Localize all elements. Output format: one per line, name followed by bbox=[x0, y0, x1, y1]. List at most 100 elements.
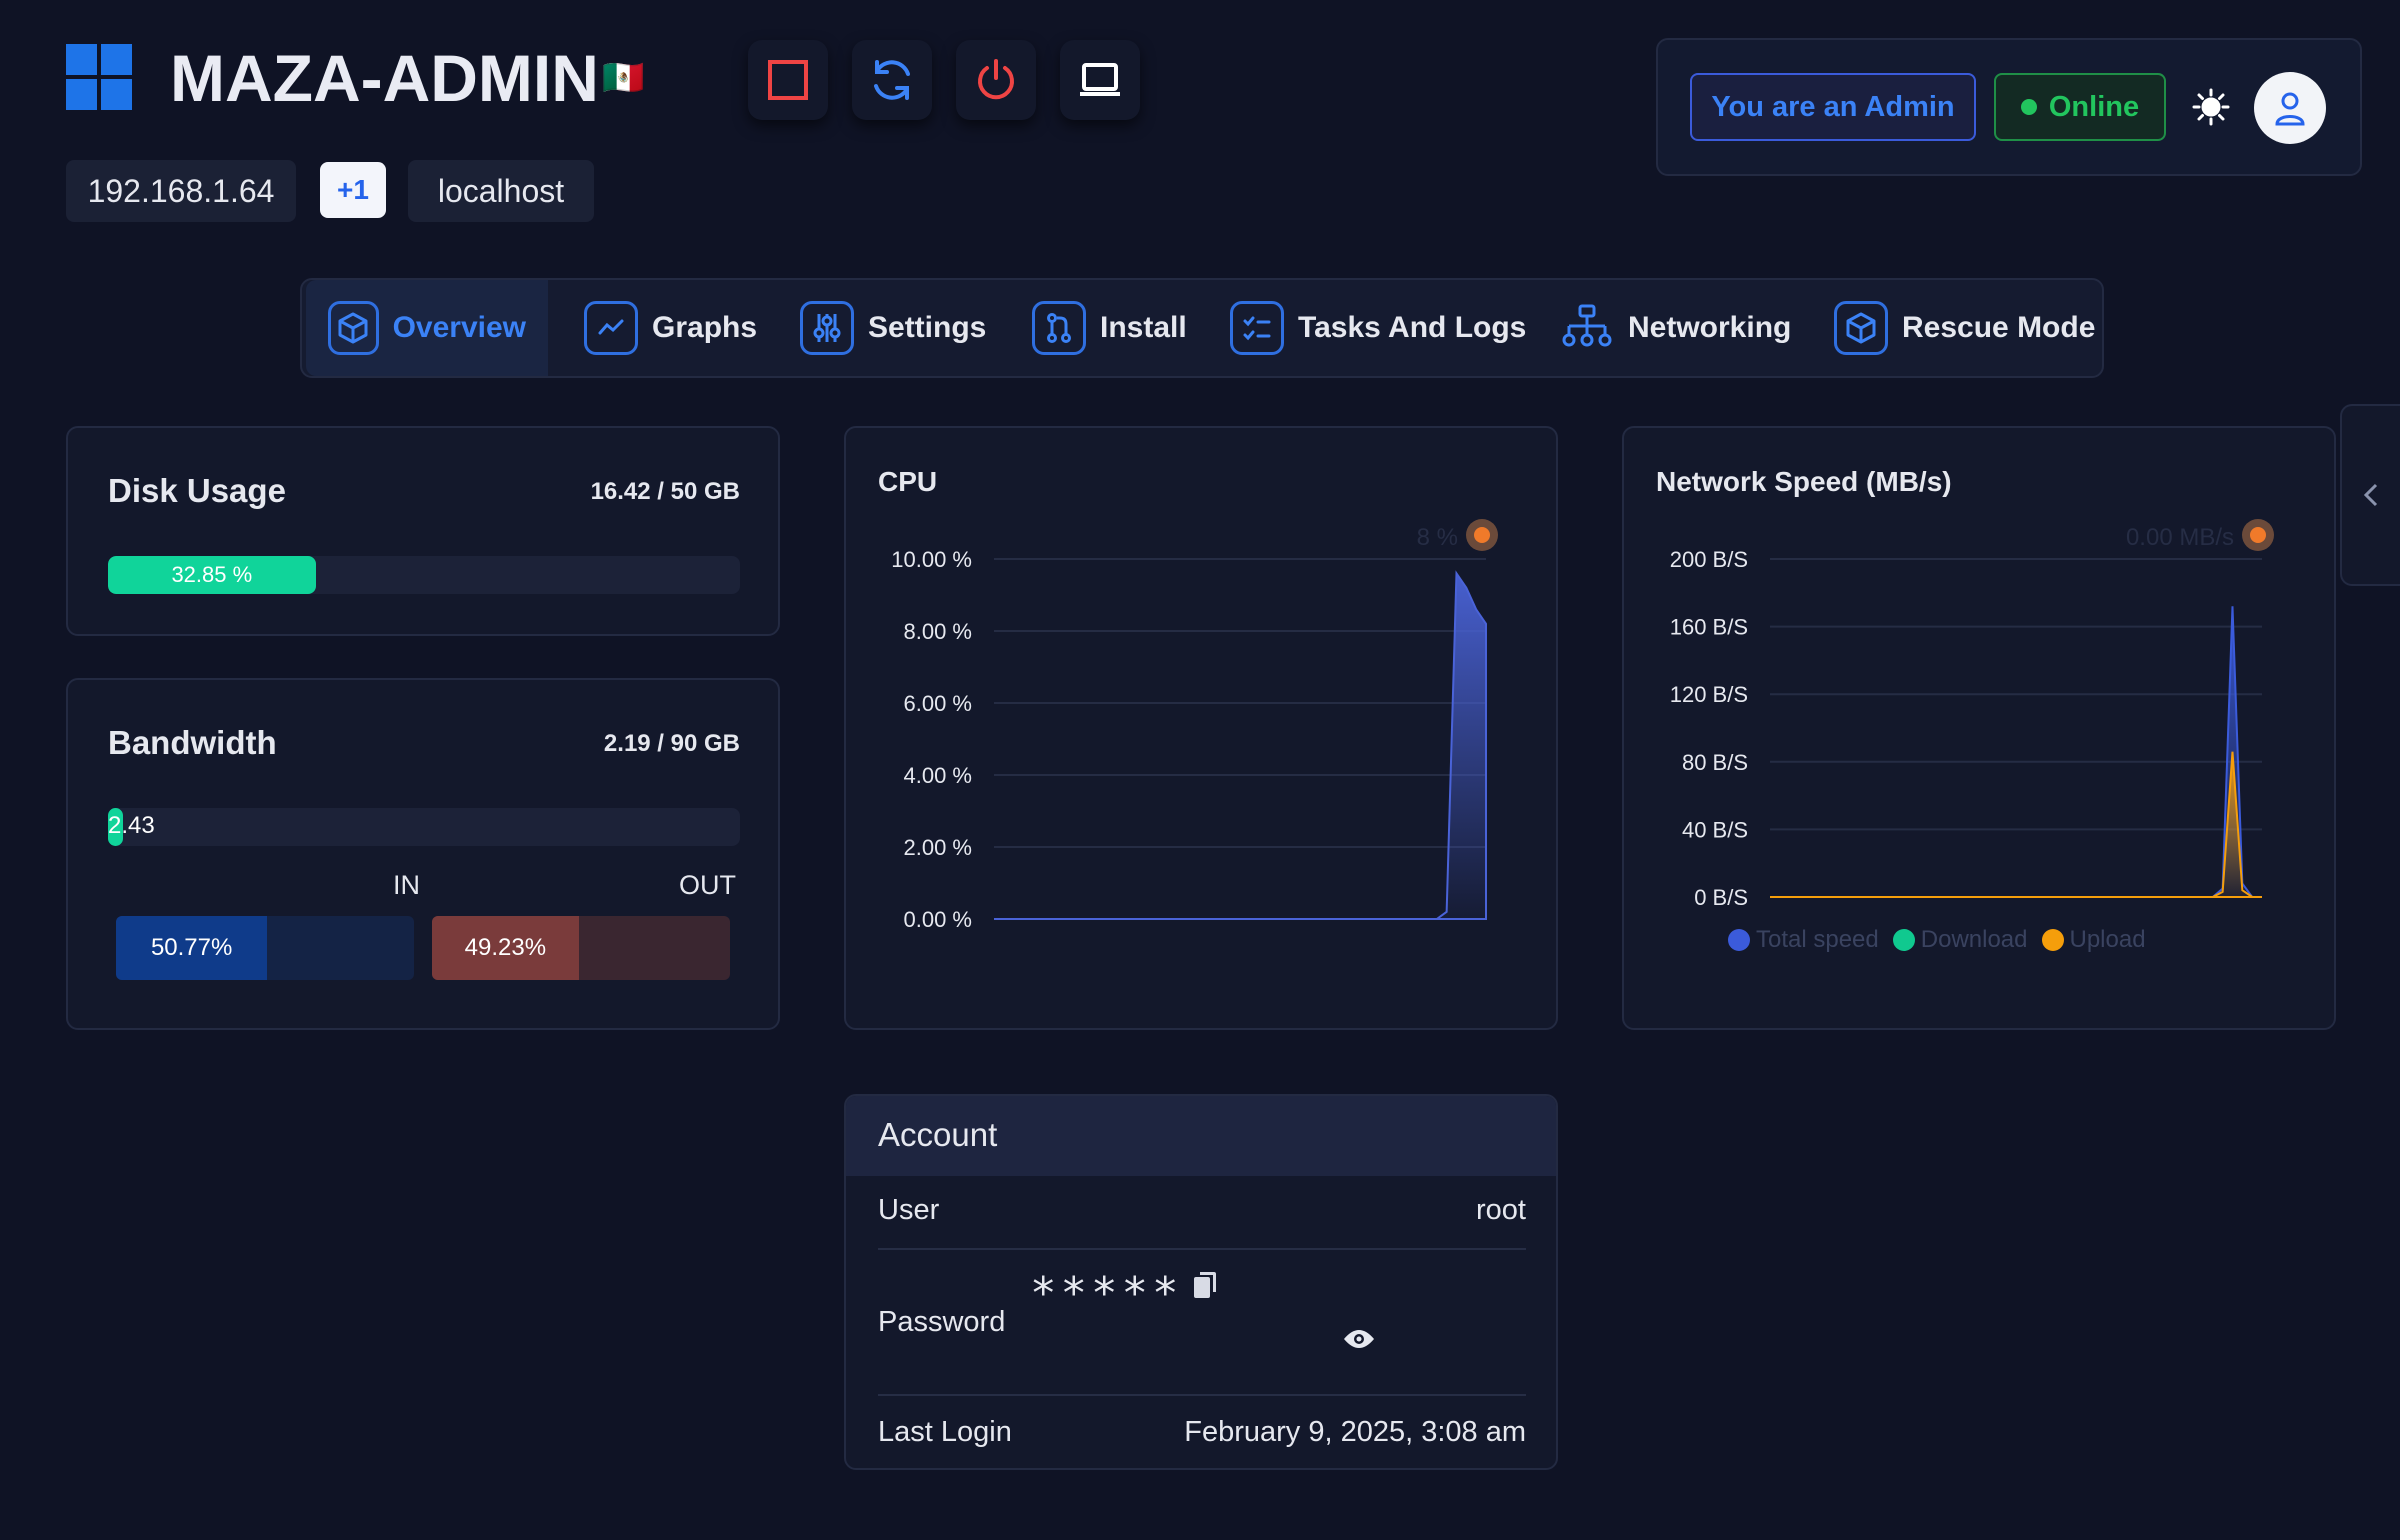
y-tick-label: 6.00 % bbox=[904, 691, 973, 716]
in-percent: 50.77% bbox=[150, 934, 233, 961]
last-login-label: Last Login bbox=[878, 1416, 1012, 1448]
bandwidth-summary: 2.19 / 90 GB bbox=[603, 730, 740, 757]
chart-legend: Total speed Download Upload bbox=[1728, 926, 2146, 954]
out-bar-fill: 49.23% bbox=[432, 916, 579, 980]
y-tick-label: 0 B/S bbox=[1694, 885, 1748, 910]
cube-icon bbox=[1834, 301, 1888, 355]
chart-icon bbox=[584, 301, 638, 355]
logo-icon bbox=[66, 44, 132, 110]
y-tick-label: 10.00 % bbox=[891, 547, 972, 572]
y-tick-label: 2.00 % bbox=[904, 835, 973, 860]
y-tick-label: 4.00 % bbox=[904, 763, 973, 788]
network-icon bbox=[1560, 301, 1614, 355]
tab-overview[interactable]: Overview bbox=[306, 280, 548, 376]
account-last-login-row: Last Login February 9, 2025, 3:08 am bbox=[878, 1416, 1526, 1466]
out-label: OUT bbox=[679, 870, 736, 900]
in-bar-fill: 50.77% bbox=[116, 916, 268, 980]
tab-label: Graphs bbox=[652, 311, 758, 344]
in-bar: 50.77% bbox=[116, 916, 414, 980]
disk-usage-card bbox=[66, 426, 780, 636]
network-speed-title: Network Speed (MB/s) bbox=[1656, 466, 1952, 497]
cpu-chart: 10.00 % 8.00 % 6.00 % 4.00 % 2.00 % 0.00 % 8 % bbox=[891, 519, 1498, 930]
legend-item-total[interactable]: Total speed bbox=[1728, 926, 1879, 954]
disk-usage-track: 32.85 % bbox=[108, 556, 740, 594]
tab-graphs[interactable]: Graphs bbox=[562, 280, 779, 376]
tab-networking[interactable]: Networking bbox=[1538, 280, 1813, 376]
legend-label: Download bbox=[1920, 926, 2028, 953]
hover-value: 8 % bbox=[1417, 524, 1458, 551]
tab-label: Rescue Mode bbox=[1902, 311, 2096, 344]
cube-icon bbox=[328, 301, 379, 355]
git-icon bbox=[1032, 301, 1086, 355]
hover-marker-dot bbox=[1474, 527, 1490, 543]
tab-rescue-mode[interactable]: Rescue Mode bbox=[1812, 280, 2117, 376]
show-password-eye-icon[interactable] bbox=[1342, 1326, 1376, 1359]
power-icon bbox=[978, 59, 1014, 100]
theme-toggle-sun-icon[interactable] bbox=[2192, 88, 2230, 131]
in-label: IN bbox=[393, 870, 420, 900]
y-tick-label: 0.00 % bbox=[904, 907, 973, 930]
out-percent: 49.23% bbox=[464, 934, 547, 961]
tab-label: Install bbox=[1100, 311, 1187, 344]
total-speed-dot bbox=[1728, 929, 1750, 951]
hostname[interactable]: localhost bbox=[408, 160, 594, 222]
sidebar-toggle[interactable] bbox=[2340, 404, 2400, 586]
bandwidth-percent: 2.43 bbox=[108, 812, 155, 839]
ip-address[interactable]: 192.168.1.64 bbox=[66, 160, 296, 222]
console-icon bbox=[1080, 63, 1120, 96]
extra-ips-badge[interactable]: +1 bbox=[320, 162, 386, 218]
tab-label: Overview bbox=[392, 311, 526, 344]
y-tick-label: 8.00 % bbox=[904, 619, 973, 644]
legend-item-upload[interactable]: Upload bbox=[2041, 926, 2146, 954]
tab-label: Tasks And Logs bbox=[1298, 311, 1527, 344]
sliders-icon bbox=[800, 301, 854, 355]
refresh-icon bbox=[874, 60, 910, 100]
password-label: Password bbox=[878, 1306, 1006, 1338]
copy-icon[interactable] bbox=[1192, 1270, 1218, 1308]
legend-label: Total speed bbox=[1756, 926, 1879, 953]
power-button[interactable] bbox=[956, 40, 1036, 120]
server-title: MAZA-ADMIN bbox=[170, 41, 599, 115]
status-badge: Online bbox=[1994, 73, 2166, 141]
user-value: root bbox=[1476, 1194, 1526, 1226]
y-tick-label: 80 B/S bbox=[1682, 750, 1748, 775]
series-area-upload bbox=[1770, 751, 2262, 898]
disk-usage-percent: 32.85 % bbox=[171, 562, 253, 587]
hover-marker-dot bbox=[2250, 527, 2266, 543]
y-tick-label: 160 B/S bbox=[1670, 615, 1748, 640]
network-speed-chart: 200 B/S 160 B/S 120 B/S 80 B/S 40 B/S 0 B/S 0.… bbox=[1670, 519, 2274, 910]
series-area-cpu bbox=[994, 570, 1487, 920]
account-user-row: User root bbox=[878, 1194, 1526, 1250]
refresh-button[interactable] bbox=[852, 40, 932, 120]
admin-badge: You are an Admin bbox=[1690, 73, 1976, 141]
status-label: Online bbox=[2048, 90, 2140, 123]
user-icon bbox=[2275, 92, 2305, 126]
disk-usage-summary: 16.42 / 50 GB bbox=[590, 478, 740, 505]
stop-icon bbox=[768, 60, 808, 100]
tab-install[interactable]: Install bbox=[1010, 280, 1209, 376]
flag-icon: 🇲🇽 bbox=[602, 59, 645, 97]
cpu-title: CPU bbox=[878, 466, 938, 497]
tab-label: Networking bbox=[1628, 311, 1792, 344]
out-bar: 49.23% bbox=[432, 916, 730, 980]
download-dot bbox=[1892, 929, 1915, 951]
checklist-icon bbox=[1230, 301, 1284, 355]
y-tick-label: 120 B/S bbox=[1670, 682, 1748, 707]
series-area-total-speed bbox=[1770, 606, 2262, 898]
y-tick-label: 40 B/S bbox=[1682, 817, 1748, 842]
legend-item-download[interactable]: Download bbox=[1892, 926, 2028, 954]
tab-label: Settings bbox=[868, 311, 987, 344]
tab-settings[interactable]: Settings bbox=[778, 280, 1008, 376]
console-button[interactable] bbox=[1060, 40, 1140, 120]
account-title: Account bbox=[878, 1116, 998, 1153]
disk-usage-title: Disk Usage bbox=[108, 472, 286, 509]
user-avatar-button[interactable] bbox=[2254, 72, 2326, 144]
account-password-row: Password ***** bbox=[878, 1250, 1526, 1396]
legend-label: Upload bbox=[2069, 926, 2146, 953]
tab-tasks-and-logs[interactable]: Tasks And Logs bbox=[1208, 280, 1548, 376]
stop-button[interactable] bbox=[748, 40, 828, 120]
bandwidth-track: 2.43 bbox=[108, 808, 740, 846]
y-tick-label: 200 B/S bbox=[1670, 547, 1748, 572]
disk-usage-fill: 32.85 % bbox=[108, 556, 316, 594]
password-value: ***** bbox=[1030, 1268, 1183, 1319]
